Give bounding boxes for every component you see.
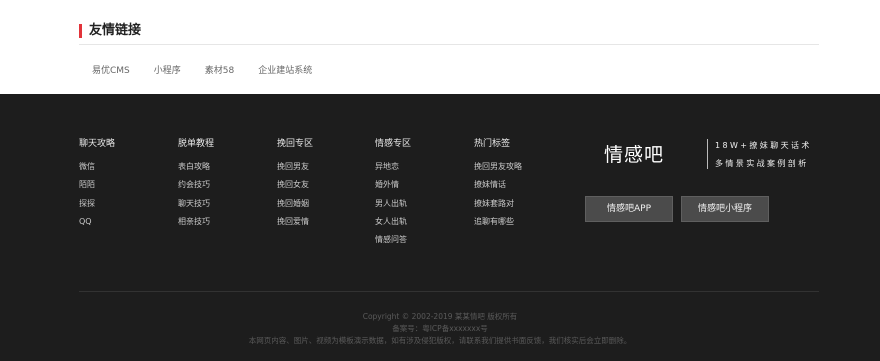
friend-link[interactable]: 易优CMS <box>92 64 130 78</box>
footer-link[interactable]: 追聊有哪些 <box>474 216 522 228</box>
footer-link[interactable]: 婚外情 <box>375 179 411 191</box>
app-download-button[interactable]: 情感吧APP <box>585 196 673 222</box>
brand-tagline: 多情景实战案例剖析 <box>715 159 809 168</box>
footer-link[interactable]: 相亲技巧 <box>178 216 214 228</box>
footer-link[interactable]: 约会技巧 <box>178 179 214 191</box>
footer-column-title: 热门标签 <box>474 139 511 149</box>
footer-column-chat-tips: 聊天攻略 微信 陌陌 探探 QQ <box>79 137 115 234</box>
footer-divider <box>79 291 819 292</box>
footer-link[interactable]: 挽回婚姻 <box>277 198 313 210</box>
disclaimer-text: 本网页内容、图片、视频为模板演示数据，如有涉及侵犯版权，请联系我们提供书面反馈，… <box>248 336 632 345</box>
site-footer: 聊天攻略 微信 陌陌 探探 QQ 脱单教程 表白攻略 约会技巧 聊天技巧 相亲技… <box>0 94 880 361</box>
footer-link[interactable]: 撩妹套路对 <box>474 198 522 210</box>
icp-record-text: 备案号：粤ICP备xxxxxxx号 <box>392 324 488 333</box>
brand-logo-text: 情感吧 <box>604 144 665 166</box>
footer-column-hot-tags: 热门标签 挽回男友攻略 撩妹情话 撩妹套路对 追聊有哪些 <box>474 137 522 234</box>
footer-link[interactable]: 挽回男友 <box>277 161 313 173</box>
footer-link[interactable]: 聊天技巧 <box>178 198 214 210</box>
brand-divider <box>707 139 708 169</box>
friend-links-header: 友情链接 <box>79 22 819 45</box>
footer-link[interactable]: 异地恋 <box>375 161 411 173</box>
footer-link[interactable]: QQ <box>79 216 115 228</box>
friend-link[interactable]: 企业建站系统 <box>258 64 312 78</box>
footer-link[interactable]: 挽回爱情 <box>277 216 313 228</box>
footer-link[interactable]: 表白攻略 <box>178 161 214 173</box>
footer-link[interactable]: 探探 <box>79 198 115 210</box>
friend-links-title: 友情链接 <box>89 23 142 38</box>
friend-link[interactable]: 小程序 <box>154 64 181 78</box>
friend-links-section: 友情链接 易优CMS 小程序 素材58 企业建站系统 <box>0 0 880 94</box>
friend-links-list: 易优CMS 小程序 素材58 企业建站系统 <box>92 64 336 78</box>
footer-link[interactable]: 男人出轨 <box>375 198 411 210</box>
footer-column-title: 脱单教程 <box>178 139 215 149</box>
footer-column-win-back: 挽回专区 挽回男友 挽回女友 挽回婚姻 挽回爱情 <box>277 137 313 234</box>
footer-column-emotion: 情感专区 异地恋 婚外情 男人出轨 女人出轨 情感问答 <box>375 137 411 252</box>
footer-link[interactable]: 挽回男友攻略 <box>474 161 522 173</box>
footer-link[interactable]: 微信 <box>79 161 115 173</box>
footer-column-title: 情感专区 <box>375 139 412 149</box>
footer-link[interactable]: 陌陌 <box>79 179 115 191</box>
footer-column-title: 聊天攻略 <box>79 139 116 149</box>
footer-column-dating-tutorial: 脱单教程 表白攻略 约会技巧 聊天技巧 相亲技巧 <box>178 137 214 234</box>
brand-tagline: 18W+撩妹聊天话术 <box>715 141 812 150</box>
title-accent-bar <box>79 24 82 38</box>
footer-link[interactable]: 挽回女友 <box>277 179 313 191</box>
footer-link[interactable]: 情感问答 <box>375 234 411 246</box>
footer-link[interactable]: 撩妹情话 <box>474 179 522 191</box>
copyright-text: Copyright © 2002-2019 某某情吧 版权所有 <box>362 312 518 321</box>
footer-link[interactable]: 女人出轨 <box>375 216 411 228</box>
friend-link[interactable]: 素材58 <box>205 64 234 78</box>
mini-program-button[interactable]: 情感吧小程序 <box>681 196 769 222</box>
footer-column-title: 挽回专区 <box>277 139 314 149</box>
